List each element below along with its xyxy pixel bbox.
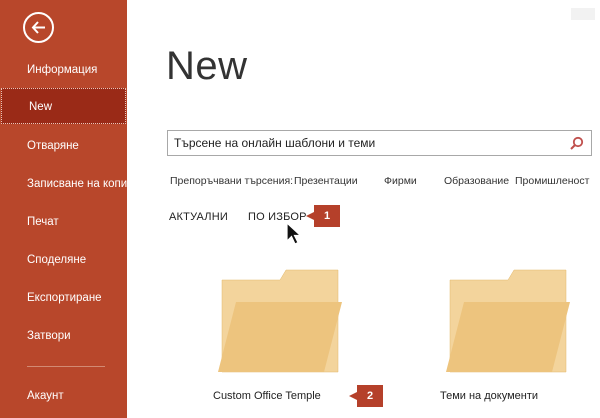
suggested-search-business[interactable]: Фирми <box>384 175 417 187</box>
back-arrow-icon <box>31 21 45 34</box>
folder-icon[interactable] <box>216 268 344 373</box>
template-search-input[interactable] <box>174 134 559 152</box>
sidebar-divider <box>27 366 105 367</box>
backstage-sidebar: Информация New Отваряне Записване на коп… <box>0 0 127 418</box>
template-search-box[interactable] <box>167 130 592 156</box>
mouse-cursor-icon <box>286 222 302 245</box>
folder-label-document-themes[interactable]: Теми на документи <box>440 390 538 402</box>
window-control-button[interactable] <box>571 8 595 20</box>
sidebar-item-save-copy[interactable]: Записване на копие <box>0 166 127 202</box>
page-title: New <box>166 44 248 88</box>
sidebar-item-share[interactable]: Споделяне <box>0 242 127 278</box>
sidebar-item-close[interactable]: Затвори <box>0 318 127 354</box>
back-button[interactable] <box>23 12 54 43</box>
sidebar-item-export[interactable]: Експортиране <box>0 280 127 316</box>
folder-icon[interactable] <box>444 268 572 373</box>
tab-featured[interactable]: АКТУАЛНИ <box>169 211 228 223</box>
sidebar-item-account[interactable]: Акаунт <box>0 378 127 414</box>
suggested-searches-label: Препоръчвани търсения: <box>170 175 294 187</box>
suggested-search-presentations[interactable]: Презентации <box>294 175 358 187</box>
sidebar-item-new[interactable]: New <box>1 88 126 124</box>
callout-badge-2: 2 <box>349 385 383 407</box>
sidebar-item-open[interactable]: Отваряне <box>0 128 127 164</box>
suggested-search-industry[interactable]: Промишленост <box>515 175 589 187</box>
search-icon[interactable] <box>569 136 584 151</box>
callout-badge-1: 1 <box>306 205 340 227</box>
sidebar-item-info[interactable]: Информация <box>0 52 127 88</box>
suggested-search-education[interactable]: Образование <box>444 175 509 187</box>
sidebar-item-print[interactable]: Печат <box>0 204 127 240</box>
folder-label-custom-templates[interactable]: Custom Office Temple <box>213 390 321 402</box>
